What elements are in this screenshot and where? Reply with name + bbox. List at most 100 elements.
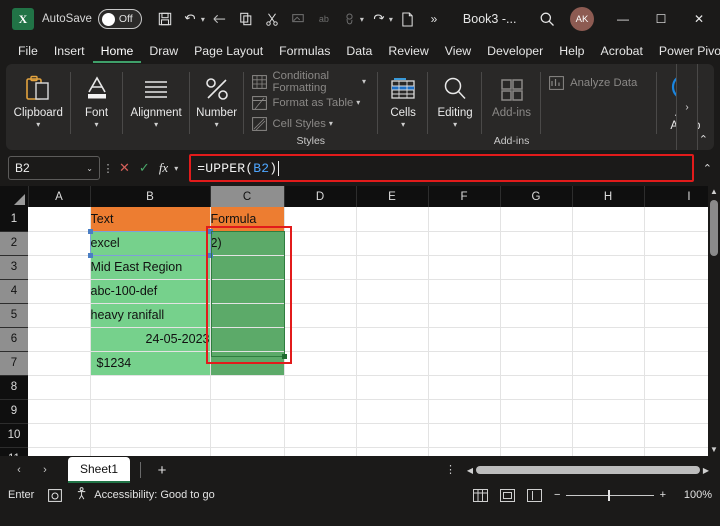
- tab-file[interactable]: File: [10, 39, 46, 63]
- cell-a7[interactable]: [28, 351, 91, 376]
- ribbon-group-styles[interactable]: Conditional Formatting ▾ Format as Table…: [244, 64, 378, 150]
- cell-a1[interactable]: [28, 207, 91, 232]
- cell-styles-dropdown-icon[interactable]: ▾: [329, 119, 333, 128]
- page-break-view-icon[interactable]: [527, 488, 542, 502]
- column-header-c[interactable]: C: [210, 186, 285, 207]
- cell-f1[interactable]: [428, 207, 501, 232]
- cell-f8[interactable]: [428, 375, 501, 400]
- cell-b8[interactable]: [90, 375, 211, 400]
- sheet-tab-sheet1[interactable]: Sheet1: [68, 457, 131, 483]
- cell-e8[interactable]: [356, 375, 429, 400]
- select-all-corner[interactable]: [0, 186, 29, 207]
- cell-e4[interactable]: [356, 279, 429, 304]
- column-header-a[interactable]: A: [28, 186, 91, 207]
- zoom-slider[interactable]: − +: [554, 489, 666, 501]
- clipboard-button[interactable]: Clipboard ▾: [6, 70, 71, 130]
- cell-e2[interactable]: [356, 231, 429, 256]
- scroll-left-icon[interactable]: ◀: [464, 466, 476, 475]
- cell-f5[interactable]: [428, 303, 501, 328]
- cell-e5[interactable]: [356, 303, 429, 328]
- cell-f11[interactable]: [428, 447, 501, 456]
- tab-power-pivot[interactable]: Power Pivot: [651, 39, 720, 63]
- autosave-toggle[interactable]: Off: [97, 9, 142, 29]
- cell-d9[interactable]: [284, 399, 357, 424]
- ribbon-group-clipboard[interactable]: Clipboard ▾: [6, 64, 71, 150]
- cancel-x-icon[interactable]: ✕: [119, 160, 130, 176]
- row-header-7[interactable]: 7: [0, 351, 28, 376]
- tab-help[interactable]: Help: [551, 39, 592, 63]
- cell-a10[interactable]: [28, 423, 91, 448]
- cell-f10[interactable]: [428, 423, 501, 448]
- editing-button[interactable]: Editing ▾: [428, 70, 482, 130]
- cell-h9[interactable]: [572, 399, 645, 424]
- scroll-right-icon[interactable]: ▶: [700, 466, 712, 475]
- cell-g4[interactable]: [500, 279, 573, 304]
- row-header-3[interactable]: 3: [0, 255, 28, 280]
- tab-view[interactable]: View: [437, 39, 479, 63]
- cell-d5[interactable]: [284, 303, 357, 328]
- close-button[interactable]: ✕: [680, 2, 718, 36]
- cell-d7[interactable]: [284, 351, 357, 376]
- avatar[interactable]: AK: [570, 7, 594, 31]
- font-dropdown-icon[interactable]: ▾: [95, 120, 99, 130]
- cell-c10[interactable]: [210, 423, 285, 448]
- cell-b7[interactable]: $1234: [90, 351, 211, 376]
- cell-a11[interactable]: [28, 447, 91, 456]
- tab-formulas[interactable]: Formulas: [271, 39, 338, 63]
- conditional-formatting-button[interactable]: Conditional Formatting ▾: [251, 70, 369, 94]
- cell-g10[interactable]: [500, 423, 573, 448]
- cell-d1[interactable]: [284, 207, 357, 232]
- undo-dropdown-icon[interactable]: ▾: [201, 15, 205, 24]
- search-icon[interactable]: [534, 6, 560, 32]
- tab-insert[interactable]: Insert: [46, 39, 93, 63]
- cell-c2[interactable]: 2): [210, 231, 285, 256]
- cell-styles-button[interactable]: Cell Styles ▾: [251, 113, 335, 134]
- horizontal-scrollbar[interactable]: ◀ ▶: [464, 463, 712, 477]
- cell-g11[interactable]: [500, 447, 573, 456]
- cell-b2[interactable]: excel: [90, 231, 211, 256]
- cell-g8[interactable]: [500, 375, 573, 400]
- ribbon-group-font[interactable]: Font ▾: [71, 64, 123, 150]
- cell-b5[interactable]: heavy ranifall: [90, 303, 211, 328]
- cell-a3[interactable]: [28, 255, 91, 280]
- row-header-11[interactable]: 11: [0, 447, 28, 456]
- cell-h8[interactable]: [572, 375, 645, 400]
- cell-f4[interactable]: [428, 279, 501, 304]
- copy-icon[interactable]: [233, 6, 259, 32]
- zoom-in-button[interactable]: +: [660, 489, 666, 501]
- cell-d8[interactable]: [284, 375, 357, 400]
- cell-f2[interactable]: [428, 231, 501, 256]
- cell-c8[interactable]: [210, 375, 285, 400]
- row-header-2[interactable]: 2: [0, 231, 28, 256]
- scroll-down-icon[interactable]: ▼: [708, 444, 720, 456]
- cells-button[interactable]: Cells ▾: [378, 70, 428, 130]
- cell-b3[interactable]: Mid East Region: [90, 255, 211, 280]
- cell-h5[interactable]: [572, 303, 645, 328]
- confirm-check-icon[interactable]: ✓: [139, 160, 150, 176]
- tab-acrobat[interactable]: Acrobat: [593, 39, 651, 63]
- editing-dropdown-icon[interactable]: ▾: [453, 120, 457, 130]
- row-header-6[interactable]: 6: [0, 327, 28, 352]
- cell-h1[interactable]: [572, 207, 645, 232]
- cell-a6[interactable]: [28, 327, 91, 352]
- cell-c7[interactable]: [210, 351, 285, 376]
- column-header-d[interactable]: D: [284, 186, 357, 207]
- cell-a4[interactable]: [28, 279, 91, 304]
- ribbon-group-addins[interactable]: Add-ins Add-ins: [482, 64, 542, 150]
- cell-h6[interactable]: [572, 327, 645, 352]
- record-macro-button[interactable]: [48, 488, 63, 502]
- row-header-1[interactable]: 1: [0, 207, 28, 232]
- cell-e9[interactable]: [356, 399, 429, 424]
- ribbon-group-alignment[interactable]: Alignment ▾: [123, 64, 190, 150]
- more-commands-icon[interactable]: »: [421, 6, 447, 32]
- cell-d11[interactable]: [284, 447, 357, 456]
- ribbon-overflow-button[interactable]: ›: [676, 64, 698, 150]
- cell-e1[interactable]: [356, 207, 429, 232]
- cell-d6[interactable]: [284, 327, 357, 352]
- cell-c9[interactable]: [210, 399, 285, 424]
- cell-h11[interactable]: [572, 447, 645, 456]
- cell-b10[interactable]: [90, 423, 211, 448]
- column-header-e[interactable]: E: [356, 186, 429, 207]
- tab-page-layout[interactable]: Page Layout: [186, 39, 271, 63]
- cell-c11[interactable]: [210, 447, 285, 456]
